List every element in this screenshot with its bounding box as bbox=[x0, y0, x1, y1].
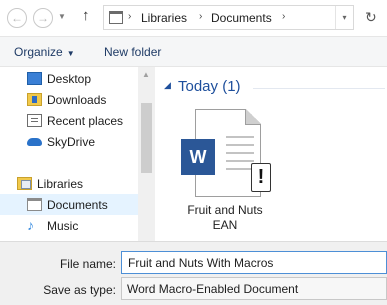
file-list-pane: ◢ Today (1) W ! Fruit and Nuts EAN bbox=[155, 67, 387, 241]
macro-warning-icon: ! bbox=[251, 163, 271, 192]
text-line bbox=[226, 144, 254, 146]
new-folder-button[interactable]: New folder bbox=[104, 45, 161, 59]
organize-label: Organize bbox=[14, 45, 63, 59]
downloads-icon bbox=[27, 93, 42, 106]
breadcrumb-separator-icon[interactable]: › bbox=[199, 11, 202, 22]
navigation-pane-scrollbar[interactable]: ▲ bbox=[138, 67, 155, 241]
save-form: File name: Save as type: Word Macro-Enab… bbox=[0, 241, 387, 305]
sidebar-item-label: Downloads bbox=[47, 93, 107, 107]
group-divider bbox=[253, 88, 385, 89]
sidebar-item-documents[interactable]: Documents bbox=[0, 194, 138, 215]
group-header-today[interactable]: Today (1) bbox=[178, 78, 241, 95]
breadcrumb-separator-icon[interactable]: › bbox=[282, 11, 285, 22]
documents-icon bbox=[27, 198, 42, 211]
sidebar-item-label: Recent places bbox=[47, 114, 124, 128]
up-arrow-icon[interactable]: ↑ bbox=[82, 7, 90, 24]
breadcrumb-libraries[interactable]: Libraries bbox=[141, 11, 187, 25]
sidebar-item-skydrive[interactable]: SkyDrive bbox=[0, 131, 138, 152]
save-as-type-label: Save as type: bbox=[43, 283, 116, 297]
scroll-up-arrow-icon[interactable]: ▲ bbox=[142, 70, 150, 79]
sidebar-item-label: Documents bbox=[47, 198, 108, 212]
scrollbar-thumb[interactable] bbox=[141, 103, 152, 173]
file-name-input[interactable] bbox=[121, 251, 387, 274]
address-bar[interactable]: › Libraries › Documents › ▾ bbox=[103, 5, 354, 30]
breadcrumb-separator-icon[interactable]: › bbox=[128, 11, 131, 22]
sidebar-item-recent-places[interactable]: Recent places bbox=[0, 110, 138, 131]
skydrive-icon bbox=[27, 138, 42, 146]
chevron-down-icon: ▼ bbox=[66, 49, 75, 58]
text-line bbox=[226, 168, 254, 170]
text-line bbox=[226, 160, 254, 162]
text-line bbox=[226, 136, 254, 138]
music-icon: ♪ bbox=[27, 217, 34, 233]
desktop-icon bbox=[27, 72, 42, 85]
recent-locations-chevron-down-icon[interactable]: ▼ bbox=[58, 12, 66, 21]
command-toolbar: Organize ▼ New folder bbox=[0, 36, 387, 67]
file-item[interactable]: W ! Fruit and Nuts EAN bbox=[179, 109, 271, 241]
file-name-label: File name: bbox=[59, 257, 116, 271]
sidebar-item-desktop[interactable]: Desktop bbox=[0, 68, 138, 89]
libraries-icon bbox=[17, 177, 32, 190]
page-fold bbox=[245, 109, 261, 125]
text-line bbox=[226, 152, 254, 154]
sidebar-item-libraries[interactable]: Libraries bbox=[0, 173, 138, 194]
breadcrumb-documents[interactable]: Documents bbox=[211, 11, 272, 25]
back-button[interactable]: ← bbox=[7, 8, 27, 28]
navigation-bar: ← → ▼ ↑ › Libraries › Documents › ▾ ↻ bbox=[0, 0, 387, 36]
sidebar-item-music[interactable]: ♪ Music bbox=[0, 215, 138, 236]
save-as-type-select[interactable]: Word Macro-Enabled Document bbox=[121, 277, 387, 300]
forward-button[interactable]: → bbox=[33, 8, 53, 28]
group-collapse-chevron-icon[interactable]: ◢ bbox=[164, 80, 171, 91]
organize-button[interactable]: Organize ▼ bbox=[14, 45, 75, 59]
sidebar-item-label: Desktop bbox=[47, 72, 92, 86]
sidebar-item-downloads[interactable]: Downloads bbox=[0, 89, 138, 110]
navigation-pane: Desktop Downloads Recent places SkyDrive… bbox=[0, 67, 138, 241]
recent-places-icon bbox=[27, 114, 42, 127]
sidebar-item-label: Libraries bbox=[37, 177, 84, 191]
refresh-icon[interactable]: ↻ bbox=[365, 9, 377, 26]
word-logo-icon: W bbox=[181, 139, 215, 175]
library-folder-icon bbox=[109, 11, 123, 24]
sidebar-item-label: SkyDrive bbox=[47, 135, 96, 149]
address-dropdown-chevron-icon[interactable]: ▾ bbox=[335, 6, 353, 29]
sidebar-item-label: Music bbox=[47, 219, 79, 233]
file-name-label: Fruit and Nuts EAN bbox=[187, 203, 263, 232]
